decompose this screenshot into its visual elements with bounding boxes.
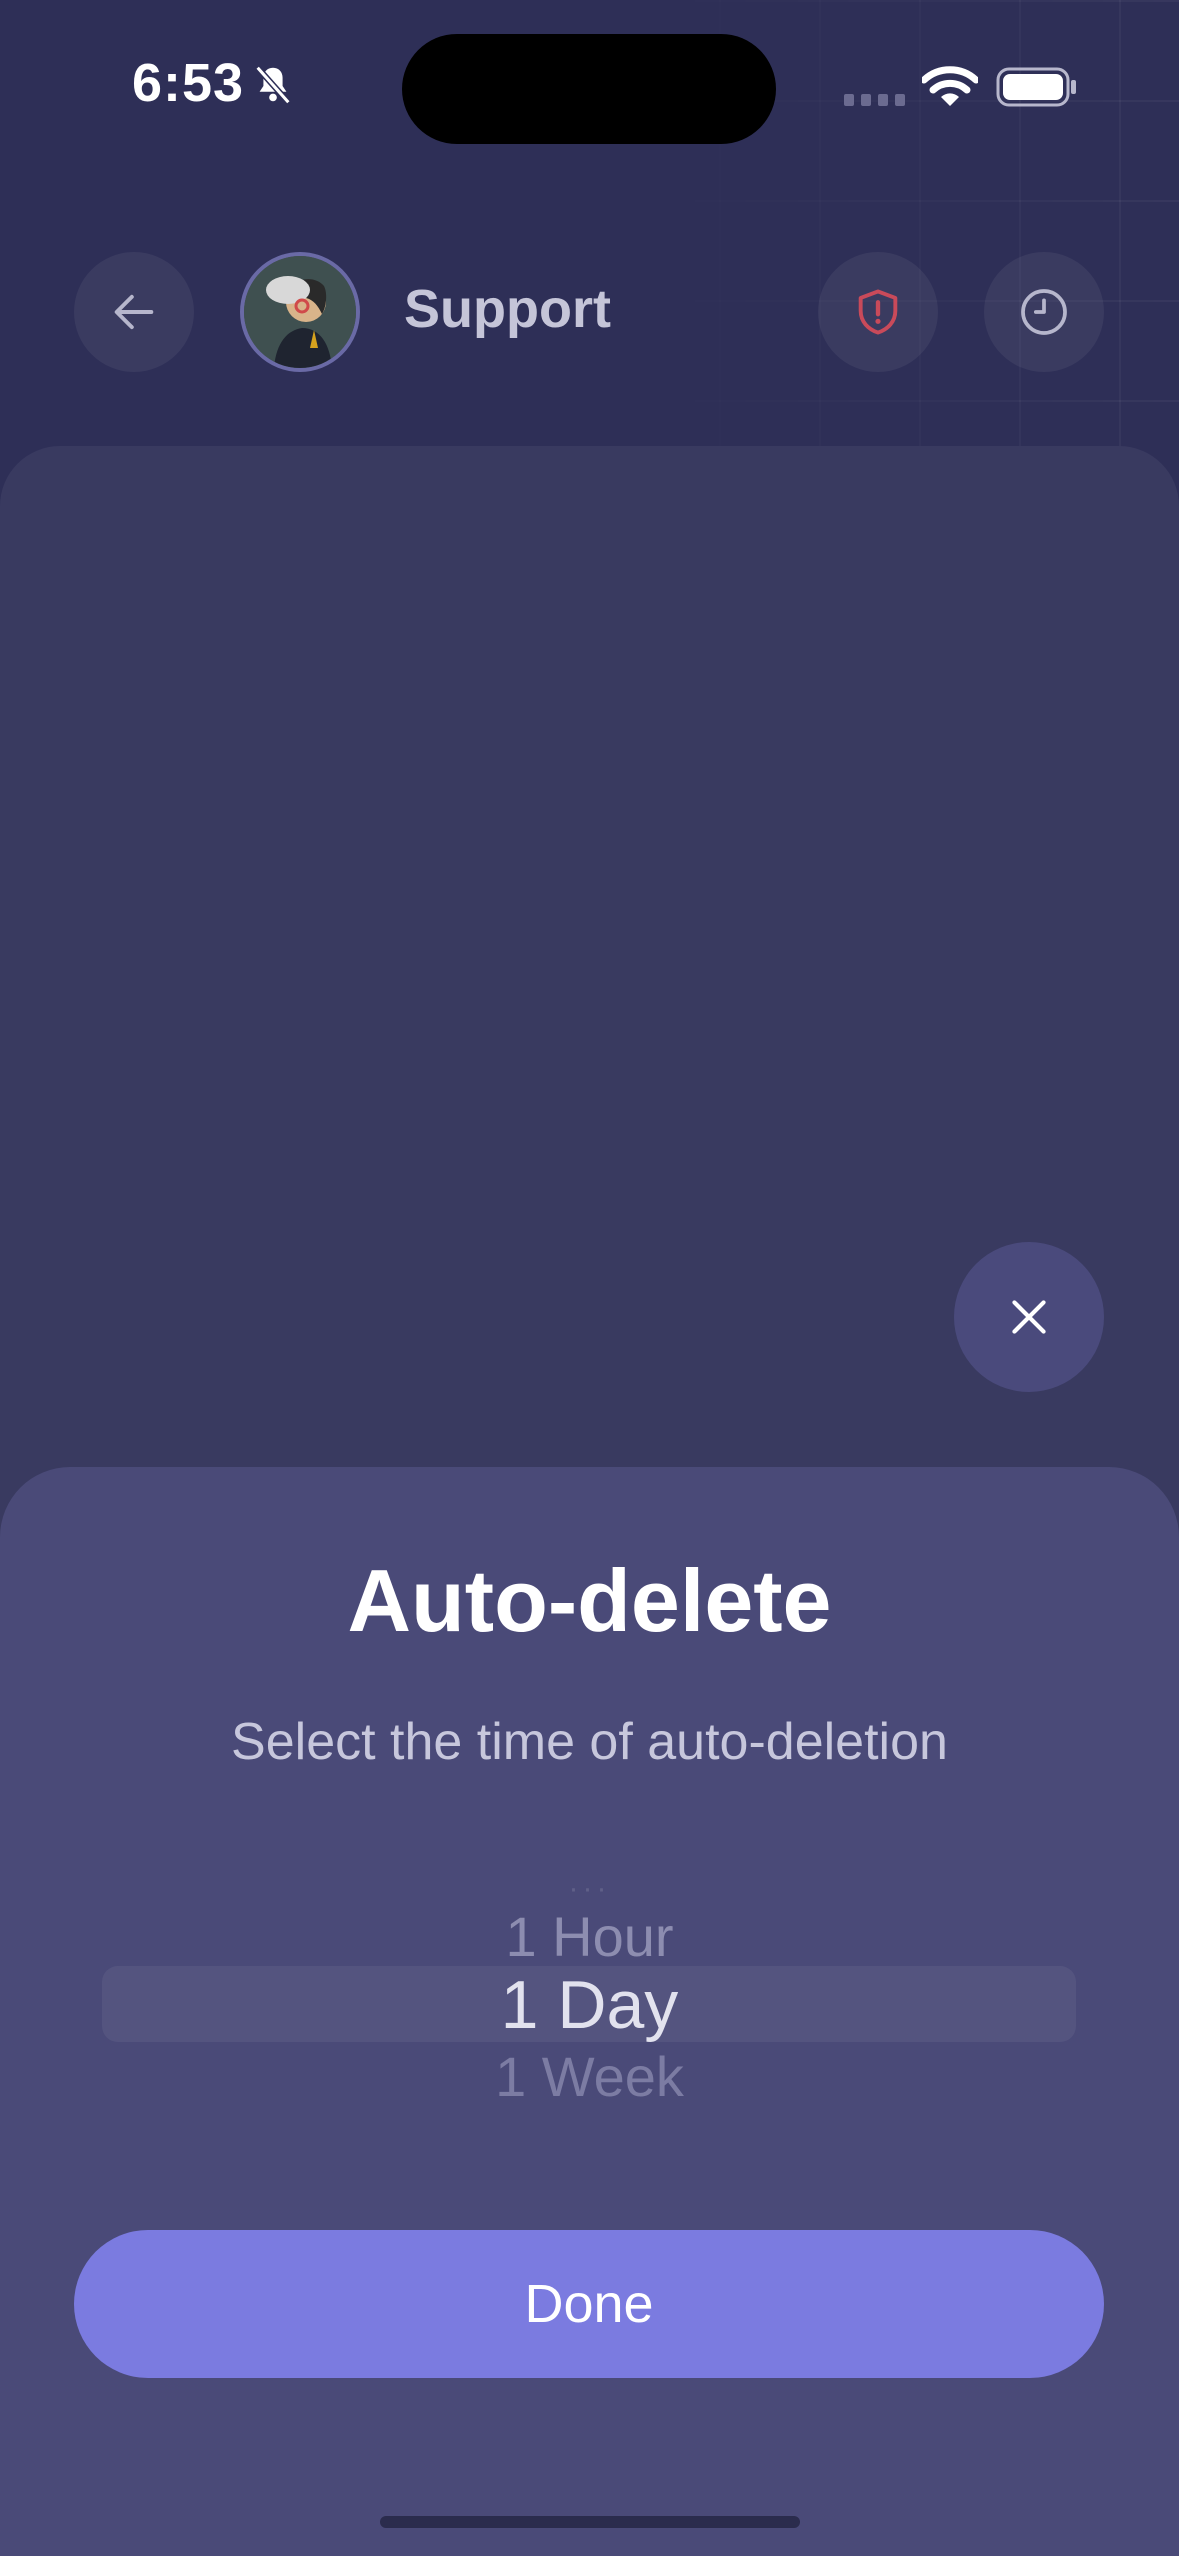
sheet-subtitle: Select the time of auto-deletion bbox=[231, 1713, 948, 1771]
battery-icon bbox=[996, 67, 1076, 107]
chat-title: Support bbox=[404, 279, 611, 339]
auto-delete-timer-button[interactable] bbox=[984, 252, 1104, 372]
bell-slash-icon bbox=[255, 65, 291, 105]
wifi-icon bbox=[922, 66, 978, 106]
home-indicator bbox=[380, 2516, 800, 2528]
close-icon bbox=[1012, 1300, 1046, 1334]
signal-icon bbox=[844, 94, 905, 106]
avatar[interactable] bbox=[240, 252, 360, 372]
picker-option[interactable]: 1 Hour bbox=[0, 1904, 1179, 1969]
security-alert-button[interactable] bbox=[818, 252, 938, 372]
status-time: 6:53 bbox=[132, 53, 245, 113]
dynamic-island bbox=[402, 34, 776, 144]
sheet-title: Auto-delete bbox=[347, 1551, 832, 1650]
support-avatar-image bbox=[244, 256, 356, 368]
back-button[interactable] bbox=[74, 252, 194, 372]
shield-alert-icon bbox=[858, 289, 898, 335]
picker-option-hidden-above: ··· bbox=[568, 1872, 611, 1905]
close-button[interactable] bbox=[954, 1242, 1104, 1392]
picker-option[interactable]: 1 Week bbox=[0, 2044, 1179, 2109]
arrow-left-icon bbox=[114, 294, 154, 330]
picker-option-selected[interactable]: 1 Day bbox=[0, 1966, 1179, 2044]
clock-icon bbox=[1021, 289, 1067, 335]
done-button[interactable]: Done bbox=[74, 2230, 1104, 2378]
